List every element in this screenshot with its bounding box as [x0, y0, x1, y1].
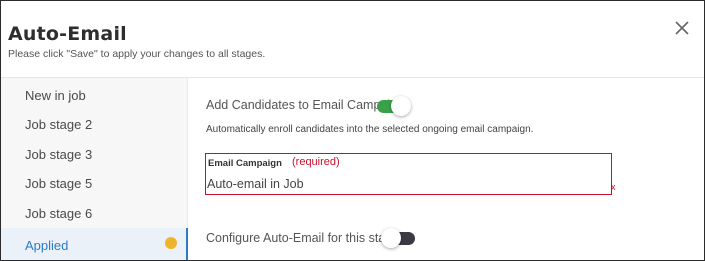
- email-campaign-field[interactable]: Email Campaign (required): [205, 153, 612, 195]
- sidebar-item-label: Job stage 6: [25, 206, 93, 221]
- sidebar-item-job-stage-5[interactable]: Job stage 5: [1, 169, 188, 198]
- stage-sidebar: New in job Job stage 2 Job stage 3 Job s…: [1, 78, 188, 260]
- sidebar-item-label: Job stage 2: [25, 117, 93, 132]
- sidebar-item-job-stage-2[interactable]: Job stage 2: [1, 110, 188, 139]
- auto-email-dialog: Auto-Email Please click "Save" to apply …: [0, 0, 705, 261]
- dialog-title: Auto-Email: [8, 23, 127, 45]
- email-campaign-input[interactable]: [207, 176, 587, 192]
- sidebar-item-job-stage-3[interactable]: Job stage 3: [1, 140, 188, 169]
- sidebar-item-job-stage-6[interactable]: Job stage 6: [1, 199, 188, 228]
- dialog-subtitle: Please click "Save" to apply your change…: [8, 48, 266, 60]
- sidebar-item-applied[interactable]: Applied: [1, 228, 188, 260]
- sidebar-item-label: New in job: [25, 88, 86, 103]
- add-to-campaign-description: Automatically enroll candidates into the…: [206, 124, 534, 135]
- toggle-knob: [381, 228, 401, 248]
- sidebar-item-label: Job stage 5: [25, 176, 93, 191]
- configure-auto-email-toggle[interactable]: [381, 228, 415, 248]
- clear-icon[interactable]: x: [611, 182, 616, 192]
- dialog-header: Auto-Email Please click "Save" to apply …: [1, 1, 704, 78]
- configure-auto-email-label: Configure Auto-Email for this stage: [206, 231, 400, 245]
- stage-settings: Add Candidates to Email Campaign Automat…: [189, 78, 704, 260]
- add-to-campaign-label: Add Candidates to Email Campaign: [206, 98, 405, 112]
- add-to-campaign-toggle[interactable]: [377, 96, 411, 116]
- required-indicator: (required): [292, 156, 340, 168]
- close-icon[interactable]: [673, 19, 691, 37]
- email-campaign-label: Email Campaign: [208, 158, 282, 169]
- sidebar-item-label: Job stage 3: [25, 147, 93, 162]
- status-dot-icon: [165, 237, 177, 249]
- toggle-knob: [391, 96, 411, 116]
- sidebar-item-label: Applied: [25, 237, 69, 253]
- sidebar-item-new-in-job[interactable]: New in job: [1, 81, 188, 110]
